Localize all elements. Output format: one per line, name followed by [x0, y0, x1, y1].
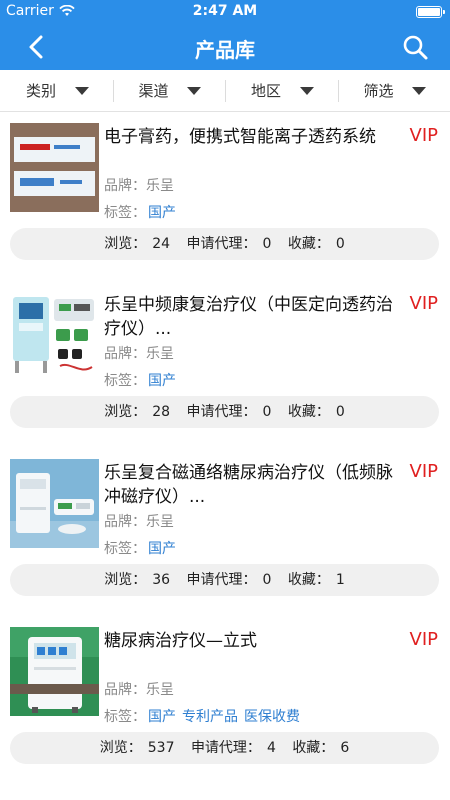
caret-down-icon [412, 86, 426, 95]
vip-badge: VIP [409, 293, 438, 314]
caret-down-icon [299, 86, 314, 95]
filter-screen[interactable]: 筛选 [337, 70, 450, 111]
product-tags: 标签： 国产 [104, 370, 176, 390]
product-thumbnail[interactable] [10, 627, 99, 716]
views-stat: 浏览： 28 [104, 404, 171, 420]
agents-stat: 申请代理： 0 [186, 572, 272, 588]
brand-value: 乐呈 [146, 346, 174, 362]
agents-stat: 申请代理： 0 [186, 404, 272, 420]
tags-label: 标签： [104, 205, 146, 221]
tag[interactable]: 国产 [148, 373, 176, 389]
favorites-stat: 收藏： 0 [287, 404, 345, 420]
tag[interactable]: 专利产品 [182, 709, 238, 725]
product-title[interactable]: 糖尿病治疗仪—立式 [104, 629, 396, 653]
search-icon[interactable] [400, 32, 430, 62]
vip-badge: VIP [409, 461, 438, 482]
agents-stat: 申请代理： 0 [186, 236, 272, 252]
page-title: 产品库 [195, 38, 255, 62]
product-card[interactable]: 乐呈中频康复治疗仪（中医定向透药治疗仪）... VIP 品牌：乐呈 标签： 国产 … [0, 281, 450, 449]
filter-bar: 类别 渠道 地区 筛选 [0, 70, 450, 112]
filter-region[interactable]: 地区 [225, 70, 338, 111]
product-brand: 品牌：乐呈 [104, 343, 174, 363]
product-stats: 浏览： 537 申请代理： 4 收藏： 6 [10, 732, 439, 764]
views-stat: 浏览： 24 [104, 236, 171, 252]
product-card[interactable]: 电子膏药，便携式智能离子透药系统 VIP 品牌：乐呈 标签： 国产 浏览： 24 申… [0, 113, 450, 281]
brand-label: 品牌： [104, 346, 146, 362]
product-title[interactable]: 电子膏药，便携式智能离子透药系统 [104, 125, 396, 149]
navigation-bar: 产品库 [0, 24, 450, 70]
brand-value: 乐呈 [146, 178, 174, 194]
product-thumbnail[interactable] [10, 123, 99, 212]
filter-channel[interactable]: 渠道 [112, 70, 226, 111]
filter-screen-label: 筛选 [363, 82, 394, 100]
vip-badge: VIP [409, 125, 438, 146]
caret-down-icon [74, 86, 89, 95]
status-time: 2:47 AM [192, 3, 258, 19]
tag[interactable]: 国产 [148, 205, 176, 221]
product-tags: 标签： 国产 [104, 538, 176, 558]
brand-value: 乐呈 [146, 682, 174, 698]
tag[interactable]: 国产 [148, 541, 176, 557]
vip-badge: VIP [409, 629, 438, 650]
product-tags: 标签： 国产 专利产品 医保收费 [104, 706, 300, 726]
product-title[interactable]: 乐呈复合磁通络糖尿病治疗仪（低频脉冲磁疗仪）... [104, 461, 396, 509]
status-bar: Carrier 2:47 AM [0, 0, 450, 24]
tag[interactable]: 医保收费 [244, 709, 300, 725]
brand-value: 乐呈 [146, 514, 174, 530]
tags-label: 标签： [104, 541, 146, 557]
product-thumbnail[interactable] [10, 459, 99, 548]
agents-stat: 申请代理： 4 [190, 740, 276, 756]
brand-label: 品牌： [104, 682, 146, 698]
battery-icon [416, 6, 445, 18]
product-thumbnail[interactable] [10, 291, 99, 380]
product-brand: 品牌：乐呈 [104, 511, 174, 531]
tag[interactable]: 国产 [148, 709, 176, 725]
filter-channel-label: 渠道 [138, 82, 169, 100]
filter-region-label: 地区 [251, 82, 282, 100]
favorites-stat: 收藏： 6 [292, 740, 350, 756]
caret-down-icon [187, 86, 201, 95]
product-stats: 浏览： 28 申请代理： 0 收藏： 0 [10, 396, 439, 428]
views-stat: 浏览： 36 [104, 572, 171, 588]
next-product-thumbnail-partial[interactable] [10, 684, 99, 694]
product-tags: 标签： 国产 [104, 202, 176, 222]
brand-label: 品牌： [104, 514, 146, 530]
product-card[interactable]: 乐呈复合磁通络糖尿病治疗仪（低频脉冲磁疗仪）... VIP 品牌：乐呈 标签：国… [0, 449, 450, 617]
product-stats: 浏览： 24 申请代理： 0 收藏： 0 [10, 228, 439, 260]
product-brand: 品牌：乐呈 [104, 175, 174, 195]
product-stats: 浏览： 36 申请代理： 0 收藏： 1 [10, 564, 439, 596]
product-brand: 品牌：乐呈 [104, 679, 174, 699]
favorites-stat: 收藏： 0 [287, 236, 345, 252]
tags-label: 标签： [104, 709, 146, 725]
product-card[interactable]: 糖尿病治疗仪—立式 VIP 品牌：乐呈 标签： 国产 专利产品 医保收费 浏览： 537… [0, 617, 450, 785]
product-title[interactable]: 乐呈中频康复治疗仪（中医定向透药治疗仪）... [104, 293, 396, 341]
views-stat: 浏览： 537 [99, 740, 175, 756]
brand-label: 品牌： [104, 178, 146, 194]
filter-category-label: 类别 [26, 82, 57, 100]
filter-category[interactable]: 类别 [0, 70, 113, 111]
favorites-stat: 收藏： 1 [287, 572, 345, 588]
tags-label: 标签： [104, 373, 146, 389]
